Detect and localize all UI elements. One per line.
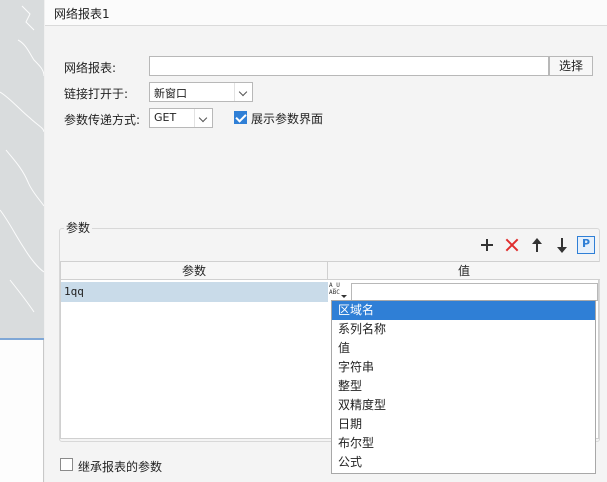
dropdown-option[interactable]: 整型 — [332, 377, 595, 396]
open-in-label: 链接打开于: — [64, 87, 129, 101]
caret-down-icon — [341, 295, 347, 298]
chevron-down-icon[interactable] — [194, 109, 212, 127]
param-value-input[interactable] — [351, 283, 598, 301]
dropdown-option[interactable]: 系列名称 — [332, 320, 595, 339]
open-in-value: 新窗口 — [154, 87, 187, 100]
dropdown-option[interactable]: 公式 — [332, 453, 595, 472]
map-divider-line — [0, 338, 44, 340]
map-view — [0, 0, 44, 338]
dropdown-option[interactable]: 日期 — [332, 415, 595, 434]
show-param-checkbox[interactable] — [234, 111, 247, 124]
param-method-value: GET — [154, 111, 177, 124]
param-method-select[interactable]: GET — [149, 108, 213, 128]
dropdown-option[interactable]: 字符串 — [332, 358, 595, 377]
column-header-param: 参数 — [61, 262, 328, 280]
data-type-icon[interactable]: A̲U ABC — [329, 282, 349, 302]
dropdown-option[interactable]: 布尔型 — [332, 434, 595, 453]
report-label: 网络报表: — [64, 61, 117, 75]
dialog-title-bar: 网络报表1 — [45, 0, 607, 26]
param-name-cell: 1qq — [64, 285, 84, 298]
delete-icon[interactable] — [503, 236, 521, 254]
open-in-select[interactable]: 新窗口 — [149, 82, 253, 102]
dropdown-option[interactable]: 值 — [332, 339, 595, 358]
dialog-title: 网络报表1 — [54, 7, 110, 21]
move-up-icon[interactable] — [528, 236, 546, 254]
data-type-icon-bottom: ABC — [329, 289, 340, 296]
type-dropdown-list: 区域名 系列名称 值 字符串 整型 双精度型 日期 布尔型 公式 — [331, 300, 596, 474]
inherit-params-checkbox[interactable] — [60, 458, 73, 471]
select-button[interactable]: 选择 — [549, 56, 593, 76]
add-icon[interactable] — [478, 236, 496, 254]
column-header-value: 值 — [328, 262, 600, 280]
table-row[interactable]: 1qq — [61, 282, 328, 302]
show-param-label: 展示参数界面 — [251, 112, 324, 126]
move-down-icon[interactable] — [553, 236, 571, 254]
parameter-p-icon[interactable]: P — [577, 236, 595, 254]
dropdown-option[interactable]: 双精度型 — [332, 396, 595, 415]
inherit-params-label: 继承报表的参数 — [78, 460, 163, 474]
report-input[interactable] — [149, 56, 549, 76]
param-method-label: 参数传递方式: — [64, 113, 141, 127]
dropdown-option[interactable]: 区域名 — [332, 301, 595, 320]
chevron-down-icon[interactable] — [234, 83, 252, 101]
params-group-title: 参数 — [64, 219, 93, 236]
background-map-panel — [0, 0, 44, 482]
